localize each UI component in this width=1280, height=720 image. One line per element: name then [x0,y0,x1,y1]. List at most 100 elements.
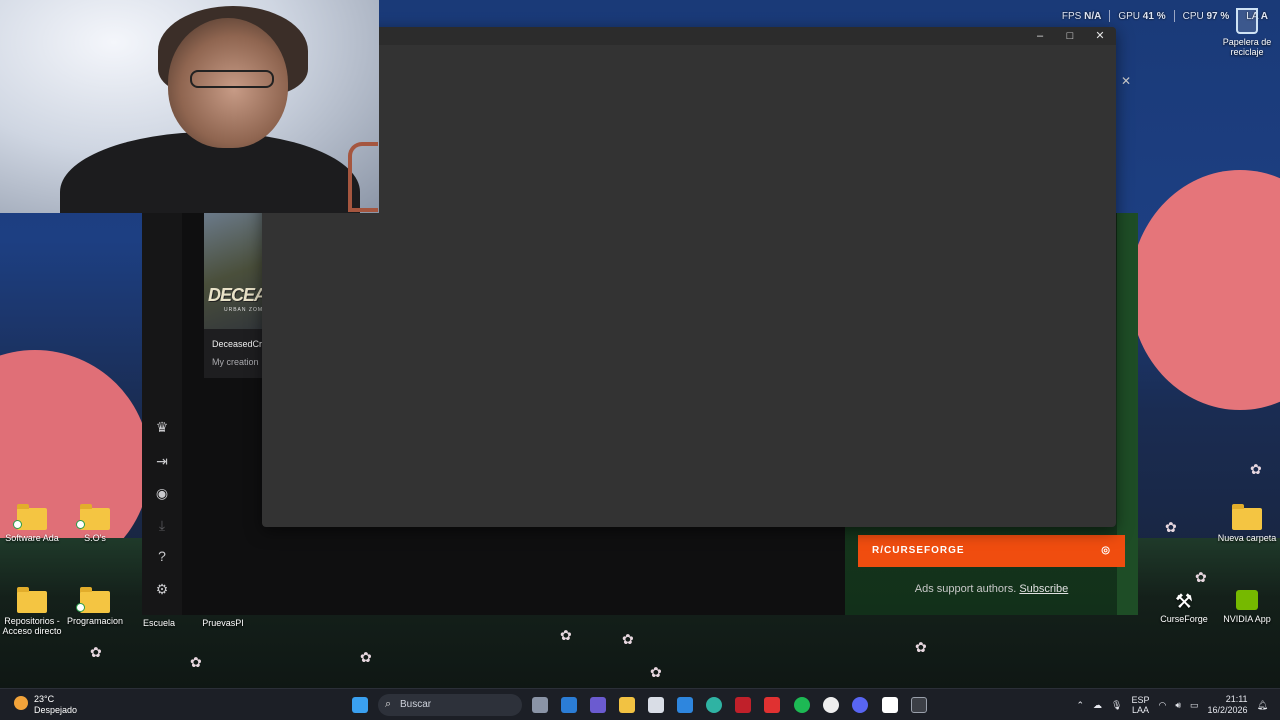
window-titlebar[interactable]: – □ ✕ [262,27,1116,45]
settings-gear-icon[interactable]: ⚙ [152,579,172,599]
discord-icon[interactable]: ◉ [152,483,172,503]
shortcut-label: Repositorios - Acceso directo [2,616,62,636]
webcam-person-glasses [190,70,274,88]
crown-icon[interactable]: ♛ [152,417,172,437]
reddit-button-label: R/CURSEFORGE [872,545,965,556]
microphone-icon[interactable]: 🎙︎ [1111,700,1122,711]
folder-icon [17,504,47,530]
edge-browser-icon[interactable] [706,697,722,713]
sync-check-icon [76,520,85,529]
store-icon[interactable] [648,697,664,713]
flower-icon: ✿ [360,649,372,665]
system-tray: ⌃ ☁ 🎙︎ ESP LAA ◠ 🔊︎ ▭ 21:11 16/2/2026 🔔︎ [1076,694,1268,716]
reddit-curseforge-button[interactable]: R/CURSEFORGE ◎ [858,535,1125,567]
language-indicator[interactable]: ESP LAA [1131,695,1149,715]
keyboard-layout: LAA [1131,705,1149,715]
shortcut-label: Programacion [66,616,124,626]
ads-text: Ads support authors. [914,583,1017,595]
flower-icon: ✿ [622,631,634,647]
onedrive-icon[interactable]: ☁ [1093,700,1102,711]
shortcut-label: Escuela [142,618,176,628]
shortcut-label: CurseForge [1160,614,1208,624]
recycle-bin-label: Papelera de reciclaje [1222,37,1272,57]
volume-icon[interactable]: 🔊︎ [1175,700,1181,711]
taskbar-search[interactable]: ⌕ Buscar [378,694,522,716]
close-button[interactable]: ✕ [1086,28,1114,44]
curseforge-icon: ⚒ [1175,591,1193,613]
minecraft-taskbar-icon[interactable] [911,697,927,713]
folder-icon [80,587,110,613]
language-code: ESP [1131,695,1150,705]
flower-icon: ✿ [1250,461,1262,477]
shortcut-label: NVIDIA App [1223,614,1271,624]
mcafee-icon[interactable] [735,697,751,713]
clock[interactable]: 21:11 16/2/2026 [1208,694,1248,716]
app-sidebar: ♛ ⇥ ◉ ⤓ ? ⚙ [142,213,182,615]
fps-readout: FPS N/A [1061,10,1102,22]
software-ada-shortcut[interactable]: Software Ada [0,504,67,543]
notification-bell-icon[interactable]: 🔔︎ [1257,700,1268,711]
subscribe-link[interactable]: Subscribe [1019,583,1068,595]
discord-taskbar-icon[interactable] [852,697,868,713]
teams-icon[interactable] [590,697,606,713]
chevron-up-icon[interactable]: ⌃ [1076,700,1084,711]
weather-description: Despejado [34,705,78,715]
github-icon[interactable] [823,697,839,713]
shortcut-label: Nueva carpeta [1217,533,1277,543]
panel-close-icon[interactable]: ✕ [1121,74,1131,88]
curseforge-shortcut[interactable]: ⚒ CurseForge [1149,590,1219,624]
clock-time: 21:11 [1225,694,1248,704]
flower-icon: ✿ [915,639,927,655]
weather-sun-icon [14,696,28,710]
nueva-carpeta-shortcut[interactable]: Nueva carpeta [1212,504,1280,543]
taskbar: 23°C Despejado ⌕ Buscar ⌃ ☁ 🎙︎ ESP LAA ◠… [0,688,1280,720]
wifi-icon[interactable]: ◠ [1158,700,1166,711]
folder-icon [1232,504,1262,530]
gpu-readout: GPU 41 % [1118,10,1166,22]
nvidia-icon [1236,590,1258,610]
task-view-icon[interactable] [532,697,548,713]
flower-icon: ✿ [560,627,572,643]
help-icon[interactable]: ? [152,546,172,566]
windows-start-icon[interactable] [352,697,368,713]
flower-icon: ✿ [650,664,662,680]
pruevaspi-shortcut[interactable]: PruevasPI [188,618,258,628]
webcam-overlay [0,0,379,213]
flower-icon: ✿ [1165,519,1177,535]
folder-icon [80,504,110,530]
flower-icon: ✿ [90,644,102,660]
escuela-shortcut[interactable]: Escuela [124,618,194,628]
l-app-icon[interactable] [764,697,780,713]
download-icon[interactable]: ⤓ [152,515,172,535]
recycle-bin-icon [1236,8,1258,34]
shortcut-label: Software Ada [5,533,59,543]
minimize-button[interactable]: – [1026,28,1054,44]
spotify-icon[interactable] [794,697,810,713]
reddit-icon: ◎ [1101,545,1111,556]
search-placeholder: Buscar [400,699,432,710]
sync-check-icon [76,603,85,612]
webcam-chair [348,142,378,212]
ads-notice: Ads support authors. Subscribe [845,583,1138,595]
weather-temperature: 23°C [34,694,55,704]
pen-app-icon[interactable] [677,697,693,713]
shortcut-label: PruevasPI [202,618,244,628]
curseforge-taskbar-icon[interactable] [882,697,898,713]
repositorios-shortcut[interactable]: Repositorios - Acceso directo [0,587,67,636]
widgets-icon[interactable] [561,697,577,713]
battery-icon[interactable]: ▭ [1190,700,1199,711]
file-explorer-icon[interactable] [619,697,635,713]
folder-icon [17,587,47,613]
login-icon[interactable]: ⇥ [152,451,172,471]
nvidia-app-shortcut[interactable]: NVIDIA App [1212,590,1280,624]
flower-icon: ✿ [1195,569,1207,585]
modpack-description: My creation [212,357,259,367]
programacion-shortcut[interactable]: Programacion [60,587,130,626]
sync-check-icon [13,520,22,529]
clock-date: 16/2/2026 [1207,705,1248,715]
search-icon: ⌕ [385,698,392,710]
recycle-bin-shortcut[interactable]: Papelera de reciclaje [1212,8,1280,57]
maximize-button[interactable]: □ [1056,28,1084,44]
flower-icon: ✿ [190,654,202,670]
so-shortcut[interactable]: S.O's [60,504,130,543]
